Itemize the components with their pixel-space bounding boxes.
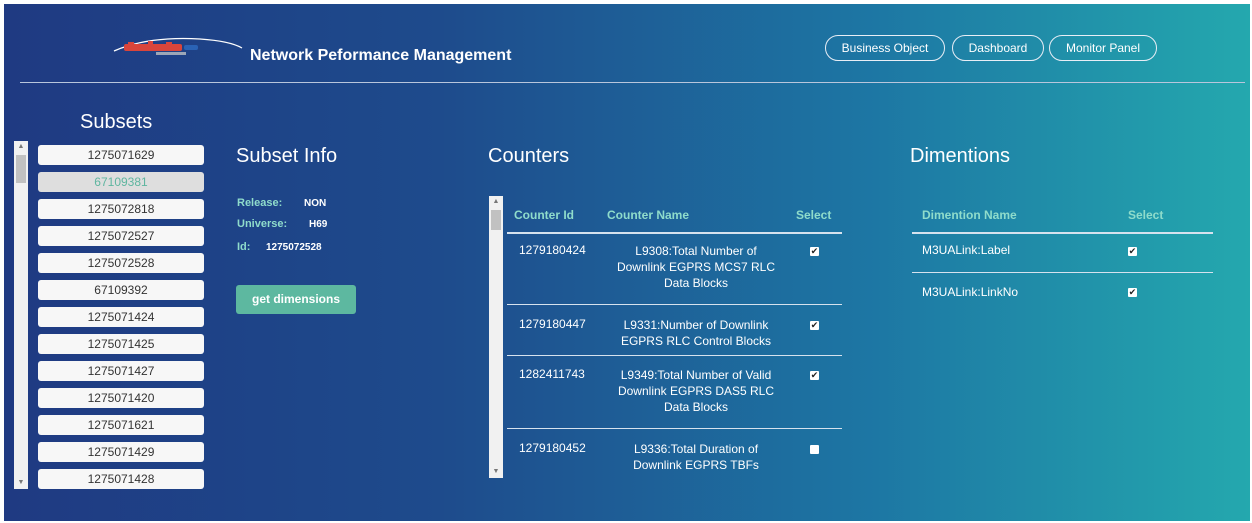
column-header-counter-name: Counter Name [607, 208, 690, 222]
company-logo [113, 37, 243, 55]
counter-name-line: L9336:Total Duration of [633, 442, 759, 456]
counter-id: 1279180447 [519, 317, 586, 331]
scroll-up-arrow-icon[interactable]: ▲ [489, 198, 503, 206]
subset-item[interactable]: 1275071424 [38, 307, 204, 327]
counter-id: 1279180424 [519, 243, 586, 257]
universe-value: H69 [309, 219, 328, 230]
get-dimensions-button[interactable]: get dimensions [236, 285, 356, 314]
scroll-down-arrow-icon[interactable]: ▼ [489, 468, 503, 476]
counter-name-line: L9331:Number of Downlink [623, 318, 769, 332]
counter-name-line: Data Blocks [663, 400, 729, 414]
subset-item[interactable]: 1275071420 [38, 388, 204, 408]
subset-item[interactable]: 1275072528 [38, 253, 204, 273]
counter-name-line: EGPRS RLC Control Blocks [620, 334, 772, 348]
counter-name-line: Data Blocks [663, 276, 729, 290]
counters-title: Counters [488, 145, 570, 167]
business-object-button[interactable]: Business Object [825, 35, 945, 61]
counter-name: L9336:Total Duration of Downlink EGPRS T… [602, 441, 790, 473]
table-header-rule [507, 232, 842, 234]
column-header-select: Select [1128, 208, 1164, 222]
counter-id: 1279180452 [519, 441, 586, 455]
counter-name: L9349:Total Number of Valid Downlink EGP… [602, 367, 790, 415]
counters-scrollbar[interactable]: ▲ ▼ [489, 196, 503, 478]
subset-item-active[interactable]: 67109381 [38, 172, 204, 192]
dimentions-title: Dimentions [910, 145, 1011, 167]
app-window: Network Peformance Management Business O… [4, 4, 1250, 521]
scroll-thumb[interactable] [16, 155, 26, 183]
universe-label: Universe: [237, 218, 288, 230]
column-header-dimention-name: Dimention Name [922, 208, 1017, 222]
table-header-rule [912, 232, 1213, 234]
subset-item[interactable]: 67109392 [38, 280, 204, 300]
dimention-name: M3UALink:Label [922, 243, 1011, 257]
checkbox-unchecked[interactable] [810, 445, 819, 454]
column-header-select: Select [796, 208, 832, 222]
subset-item[interactable]: 1275071621 [38, 415, 204, 435]
scroll-down-arrow-icon[interactable]: ▼ [14, 479, 28, 487]
release-label: Release: [237, 197, 283, 209]
counter-name-line: L9308:Total Number of [635, 244, 757, 258]
app-title: Network Peformance Management [250, 47, 512, 64]
id-label: Id: [237, 241, 251, 253]
subsets-title: Subsets [80, 111, 153, 133]
counter-name-line: Downlink EGPRS TBFs [633, 458, 759, 472]
checkbox-checked[interactable]: ✔ [810, 371, 819, 380]
column-header-counter-id: Counter Id [514, 208, 574, 222]
scroll-thumb[interactable] [491, 210, 501, 230]
subset-item[interactable]: 1275072527 [38, 226, 204, 246]
row-divider [507, 428, 842, 429]
dimention-name: M3UALink:LinkNo [922, 285, 1019, 299]
counter-id: 1282411743 [519, 367, 585, 381]
header-divider [20, 82, 1245, 83]
subset-item[interactable]: 1275071427 [38, 361, 204, 381]
checkbox-checked[interactable]: ✔ [1128, 247, 1137, 256]
id-value: 1275072528 [266, 242, 322, 253]
subset-info-title: Subset Info [236, 145, 338, 167]
counter-name-line: L9349:Total Number of Valid [620, 368, 772, 382]
counter-name-line: Downlink EGPRS MCS7 RLC [616, 260, 776, 274]
counter-name: L9308:Total Number of Downlink EGPRS MCS… [602, 243, 790, 291]
scroll-up-arrow-icon[interactable]: ▲ [14, 143, 28, 151]
checkbox-checked[interactable]: ✔ [810, 247, 819, 256]
subset-item[interactable]: 1275071629 [38, 145, 204, 165]
dashboard-button[interactable]: Dashboard [952, 35, 1044, 61]
subset-list: 1275071629 67109381 1275072818 127507252… [38, 141, 206, 489]
row-divider [912, 272, 1213, 273]
subset-item[interactable]: 1275071425 [38, 334, 204, 354]
subset-item[interactable]: 1275071429 [38, 442, 204, 462]
subset-item[interactable]: 1275072818 [38, 199, 204, 219]
subsets-scrollbar[interactable]: ▲ ▼ [14, 141, 28, 489]
checkbox-checked[interactable]: ✔ [810, 321, 819, 330]
counter-name-line: Downlink EGPRS DAS5 RLC [617, 384, 775, 398]
checkbox-checked[interactable]: ✔ [1128, 288, 1137, 297]
row-divider [507, 304, 842, 305]
row-divider [507, 355, 842, 356]
release-value: NON [304, 198, 327, 209]
subset-item[interactable]: 1275071428 [38, 469, 204, 489]
counter-name: L9331:Number of Downlink EGPRS RLC Contr… [602, 317, 790, 349]
monitor-panel-button[interactable]: Monitor Panel [1049, 35, 1157, 61]
